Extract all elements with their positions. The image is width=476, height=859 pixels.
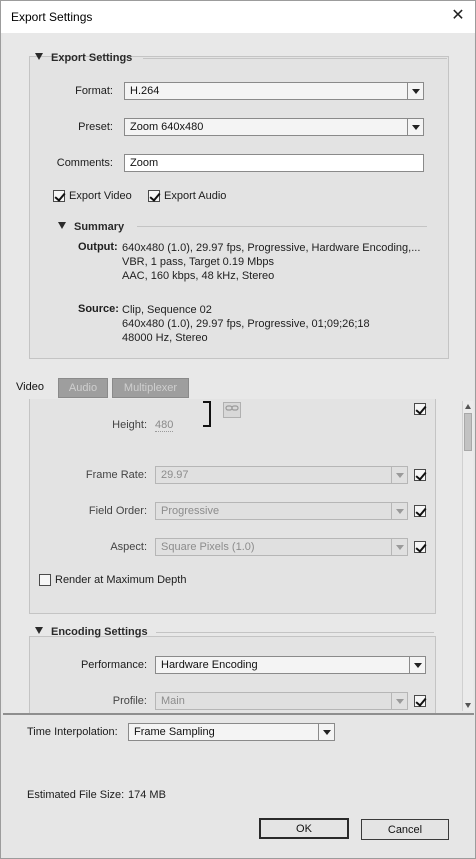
tab-content-scroll-area: Height: 480 Frame Rate: 29.97 Field Orde… bbox=[3, 399, 474, 713]
dimension-link-bracket bbox=[203, 401, 211, 427]
comments-label: Comments: bbox=[56, 157, 113, 169]
chevron-down-icon bbox=[318, 724, 334, 740]
height-value[interactable]: 480 bbox=[155, 419, 174, 432]
field-order-value: Progressive bbox=[161, 505, 220, 517]
chevron-down-icon bbox=[391, 693, 407, 709]
tab-video[interactable]: Video bbox=[3, 378, 57, 398]
preset-value: Zoom 640x480 bbox=[130, 121, 204, 133]
header-rule bbox=[143, 58, 447, 59]
field-order-label: Field Order: bbox=[88, 505, 147, 517]
summary-header[interactable]: Summary bbox=[58, 221, 124, 233]
summary-header-label: Summary bbox=[74, 221, 125, 233]
ok-button[interactable]: OK bbox=[259, 818, 349, 839]
frame-rate-dropdown[interactable]: 29.97 bbox=[155, 466, 408, 484]
time-interpolation-label: Time Interpolation: bbox=[27, 726, 118, 738]
chevron-down-icon bbox=[409, 657, 425, 673]
comments-field[interactable]: Zoom bbox=[124, 154, 424, 172]
source-label: Source: bbox=[78, 303, 119, 315]
export-audio-label[interactable]: Export Audio bbox=[164, 190, 226, 202]
scroll-down-icon[interactable] bbox=[465, 703, 471, 708]
output-line-1: 640x480 (1.0), 29.97 fps, Progressive, H… bbox=[122, 242, 421, 254]
render-max-depth-label[interactable]: Render at Maximum Depth bbox=[55, 574, 186, 586]
preset-label: Preset: bbox=[78, 121, 113, 133]
scroll-up-icon[interactable] bbox=[465, 404, 471, 409]
title-bar: Export Settings ✕ bbox=[1, 1, 475, 33]
render-max-depth-checkbox[interactable] bbox=[39, 574, 51, 586]
encoding-settings-header-label: Encoding Settings bbox=[51, 626, 148, 638]
height-label: Height: bbox=[112, 419, 147, 431]
export-video-label[interactable]: Export Video bbox=[69, 190, 132, 202]
export-video-checkbox[interactable] bbox=[53, 190, 65, 202]
close-icon[interactable]: ✕ bbox=[449, 7, 467, 25]
profile-value: Main bbox=[161, 695, 185, 707]
profile-dropdown[interactable]: Main bbox=[155, 692, 408, 710]
profile-match-checkbox[interactable] bbox=[414, 695, 426, 707]
export-audio-checkbox[interactable] bbox=[148, 190, 160, 202]
frame-rate-match-checkbox[interactable] bbox=[414, 469, 426, 481]
chevron-down-icon bbox=[391, 539, 407, 555]
field-order-match-checkbox[interactable] bbox=[414, 505, 426, 517]
aspect-label: Aspect: bbox=[110, 541, 147, 553]
source-line-1: Clip, Sequence 02 bbox=[122, 304, 212, 316]
source-line-2: 640x480 (1.0), 29.97 fps, Progressive, 0… bbox=[122, 318, 370, 330]
chevron-down-icon bbox=[391, 503, 407, 519]
estimated-size-label: Estimated File Size: bbox=[27, 789, 125, 801]
profile-label: Profile: bbox=[112, 695, 147, 707]
aspect-match-checkbox[interactable] bbox=[414, 541, 426, 553]
vertical-scrollbar[interactable] bbox=[462, 401, 473, 711]
dialog-footer: Time Interpolation: Frame Sampling Estim… bbox=[3, 713, 474, 858]
tab-multiplexer[interactable]: Multiplexer bbox=[112, 378, 189, 398]
triangle-down-icon bbox=[35, 53, 43, 60]
output-line-3: AAC, 160 kbps, 48 kHz, Stereo bbox=[122, 270, 275, 282]
source-line-3: 48000 Hz, Stereo bbox=[122, 332, 208, 344]
export-settings-header[interactable]: Export Settings bbox=[35, 52, 132, 64]
format-dropdown[interactable]: H.264 bbox=[124, 82, 424, 100]
aspect-value: Square Pixels (1.0) bbox=[161, 541, 255, 553]
performance-value: Hardware Encoding bbox=[161, 659, 258, 671]
summary-rule bbox=[137, 226, 427, 227]
frame-rate-label: Frame Rate: bbox=[85, 469, 147, 481]
link-icon-graphic bbox=[225, 405, 239, 411]
encoding-settings-header[interactable]: Encoding Settings bbox=[35, 626, 148, 638]
estimated-size-value: 174 MB bbox=[128, 789, 166, 801]
performance-label: Performance: bbox=[80, 659, 147, 671]
scroll-thumb[interactable] bbox=[464, 413, 472, 451]
aspect-dropdown[interactable]: Square Pixels (1.0) bbox=[155, 538, 408, 556]
output-label: Output: bbox=[78, 241, 118, 253]
encoding-rule bbox=[156, 632, 434, 633]
format-value: H.264 bbox=[130, 85, 160, 97]
chevron-down-icon bbox=[407, 119, 423, 135]
cancel-button[interactable]: Cancel bbox=[361, 819, 449, 840]
preset-dropdown[interactable]: Zoom 640x480 bbox=[124, 118, 424, 136]
width-height-match-checkbox[interactable] bbox=[414, 403, 426, 415]
export-settings-dialog: Export Settings ✕ Export Settings Format… bbox=[0, 0, 476, 859]
chevron-down-icon bbox=[407, 83, 423, 99]
field-order-dropdown[interactable]: Progressive bbox=[155, 502, 408, 520]
format-label: Format: bbox=[75, 85, 113, 97]
link-icon[interactable] bbox=[223, 402, 241, 418]
chevron-down-icon bbox=[391, 467, 407, 483]
triangle-down-icon bbox=[35, 627, 43, 634]
time-interpolation-value: Frame Sampling bbox=[134, 726, 215, 738]
tab-audio[interactable]: Audio bbox=[58, 378, 108, 398]
frame-rate-value: 29.97 bbox=[161, 469, 189, 481]
triangle-down-icon bbox=[58, 222, 66, 229]
time-interpolation-dropdown[interactable]: Frame Sampling bbox=[128, 723, 335, 741]
window-title: Export Settings bbox=[11, 10, 93, 24]
export-settings-header-label: Export Settings bbox=[51, 52, 133, 64]
output-line-2: VBR, 1 pass, Target 0.19 Mbps bbox=[122, 256, 275, 268]
performance-dropdown[interactable]: Hardware Encoding bbox=[155, 656, 426, 674]
